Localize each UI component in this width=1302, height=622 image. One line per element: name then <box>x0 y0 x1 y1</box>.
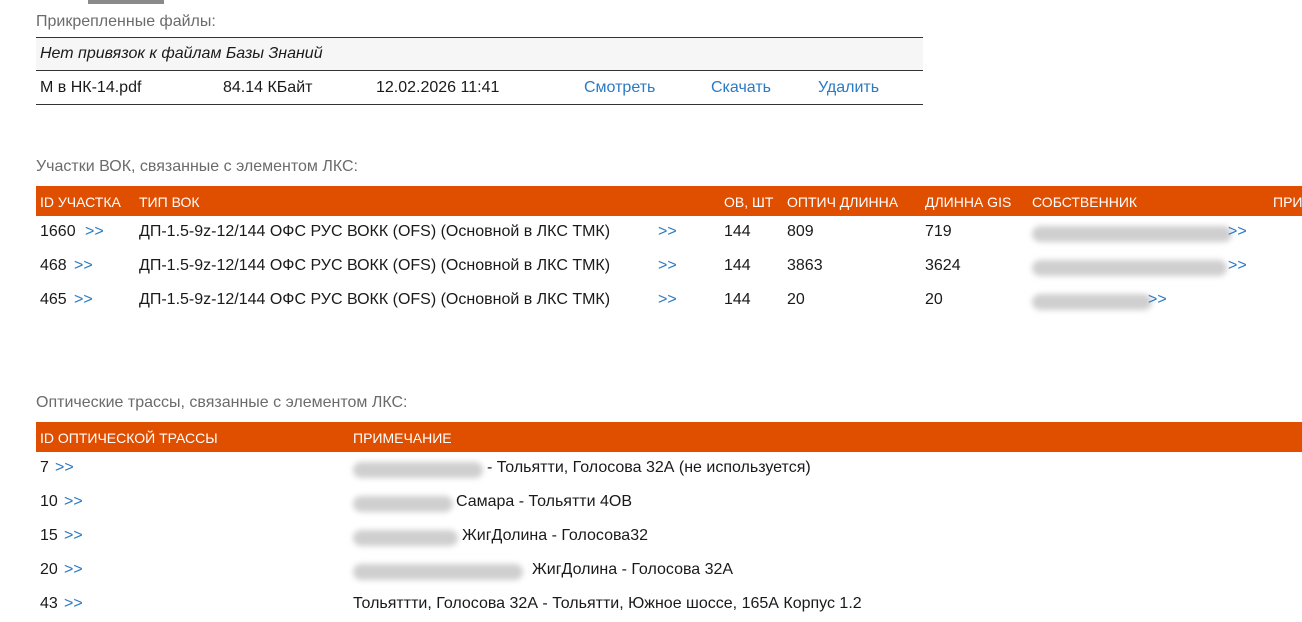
route-open-link[interactable]: >> <box>64 527 83 545</box>
route-id: 15 <box>40 527 58 544</box>
owner-link[interactable]: >> <box>1228 257 1247 275</box>
section-id: 468 <box>40 257 67 274</box>
note-redacted <box>353 564 523 580</box>
section-open-link[interactable]: >> <box>74 257 93 275</box>
owner-redacted <box>1032 260 1227 276</box>
vok-table-header: ID УЧАСТКА ТИП ВОК ОВ, ШТ ОПТИЧ ДЛИННА Д… <box>36 186 1302 216</box>
col-optical-length[interactable]: ОПТИЧ ДЛИННА <box>787 194 898 210</box>
optical-routes-table: ID ОПТИЧЕСКОЙ ТРАССЫ ПРИМЕЧАНИЕ 7 >> - Т… <box>36 422 1302 622</box>
owner-redacted <box>1032 226 1232 242</box>
gis-length: 719 <box>925 223 952 240</box>
section-open-link[interactable]: >> <box>74 291 93 309</box>
optical-routes-title: Оптические трассы, связанные с элементом… <box>36 394 408 411</box>
col-owner[interactable]: СОБСТВЕННИК <box>1032 194 1137 210</box>
section-open-link[interactable]: >> <box>85 223 104 241</box>
route-id: 43 <box>40 595 58 612</box>
col-route-note[interactable]: ПРИМЕЧАНИЕ <box>353 430 452 446</box>
table-row: 20 >> ЖигДолина - Голосова 32А <box>36 554 1302 588</box>
vok-type: ДП-1.5-9z-12/144 ОФС РУС ВОКК (OFS) (Осн… <box>139 291 611 308</box>
owner-redacted <box>1032 294 1152 310</box>
gis-length: 3624 <box>925 257 961 274</box>
routes-table-header: ID ОПТИЧЕСКОЙ ТРАССЫ ПРИМЕЧАНИЕ <box>36 422 1302 452</box>
optical-length: 809 <box>787 223 814 240</box>
col-route-id[interactable]: ID ОПТИЧЕСКОЙ ТРАССЫ <box>40 430 218 446</box>
fiber-count: 144 <box>724 257 751 274</box>
vok-type-link[interactable]: >> <box>658 291 677 309</box>
note-redacted <box>353 462 483 478</box>
table-row: 468 >> ДП-1.5-9z-12/144 ОФС РУС ВОКК (OF… <box>36 250 1302 284</box>
col-gis-length[interactable]: ДЛИННА GIS <box>925 194 1011 210</box>
attached-files-table: Нет привязок к файлам Базы Знаний М в НК… <box>36 37 923 105</box>
gis-length: 20 <box>925 291 943 308</box>
file-name: М в НК-14.pdf <box>40 78 142 96</box>
owner-link[interactable]: >> <box>1148 291 1167 309</box>
no-kb-links-row: Нет привязок к файлам Базы Знаний <box>36 37 923 71</box>
table-row: 10 >> Самара - Тольятти 4ОВ <box>36 486 1302 520</box>
vok-type-link[interactable]: >> <box>658 257 677 275</box>
table-row: 465 >> ДП-1.5-9z-12/144 ОФС РУС ВОКК (OF… <box>36 284 1302 318</box>
download-file-link[interactable]: Скачать <box>711 79 771 97</box>
table-row: 7 >> - Тольятти, Голосова 32А (не исполь… <box>36 452 1302 486</box>
vok-type: ДП-1.5-9z-12/144 ОФС РУС ВОКК (OFS) (Осн… <box>139 257 611 274</box>
col-note-truncated[interactable]: ПРИ <box>1273 194 1302 210</box>
route-note: Самара - Тольятти 4ОВ <box>456 493 633 510</box>
optical-length: 20 <box>787 291 805 308</box>
route-open-link[interactable]: >> <box>64 493 83 511</box>
delete-file-link[interactable]: Удалить <box>818 79 879 97</box>
col-fiber-count[interactable]: ОВ, ШТ <box>724 194 773 210</box>
route-id: 10 <box>40 493 58 510</box>
vok-sections-title: Участки ВОК, связанные с элементом ЛКС: <box>36 158 358 175</box>
col-section-id[interactable]: ID УЧАСТКА <box>40 194 121 210</box>
optical-length: 3863 <box>787 257 823 274</box>
route-id: 7 <box>40 459 49 476</box>
fiber-count: 144 <box>724 223 751 240</box>
fiber-count: 144 <box>724 291 751 308</box>
route-open-link[interactable]: >> <box>64 595 83 613</box>
file-date: 12.02.2026 11:41 <box>376 78 500 96</box>
route-note: Тольяттти, Голосова 32А - Тольятти, Южно… <box>353 595 862 612</box>
owner-link[interactable]: >> <box>1228 223 1247 241</box>
route-open-link[interactable]: >> <box>64 561 83 579</box>
route-id: 20 <box>40 561 58 578</box>
no-kb-links-text: Нет привязок к файлам Базы Знаний <box>40 45 323 62</box>
table-row: 1660 >> ДП-1.5-9z-12/144 ОФС РУС ВОКК (O… <box>36 216 1302 250</box>
top-tab-indicator <box>88 0 164 4</box>
vok-sections-table: ID УЧАСТКА ТИП ВОК ОВ, ШТ ОПТИЧ ДЛИННА Д… <box>36 186 1302 318</box>
route-note: - Тольятти, Голосова 32А (не используетс… <box>487 459 811 476</box>
table-row: 43 >> Тольяттти, Голосова 32А - Тольятти… <box>36 588 1302 622</box>
attached-files-title: Прикрепленные файлы: <box>36 13 216 30</box>
note-redacted <box>353 496 453 512</box>
section-id: 465 <box>40 291 67 308</box>
file-size: 84.14 КБайт <box>223 78 313 96</box>
vok-type: ДП-1.5-9z-12/144 ОФС РУС ВОКК (OFS) (Осн… <box>139 223 611 240</box>
file-row: М в НК-14.pdf 84.14 КБайт 12.02.2026 11:… <box>36 71 923 105</box>
vok-type-link[interactable]: >> <box>658 223 677 241</box>
note-redacted <box>353 530 458 546</box>
section-id: 1660 <box>40 223 76 240</box>
route-note: ЖигДолина - Голосова32 <box>462 527 648 544</box>
route-open-link[interactable]: >> <box>55 459 74 477</box>
route-note: ЖигДолина - Голосова 32А <box>532 561 734 578</box>
view-file-link[interactable]: Смотреть <box>584 79 655 97</box>
table-row: 15 >> ЖигДолина - Голосова32 <box>36 520 1302 554</box>
col-vok-type[interactable]: ТИП ВОК <box>139 194 199 210</box>
